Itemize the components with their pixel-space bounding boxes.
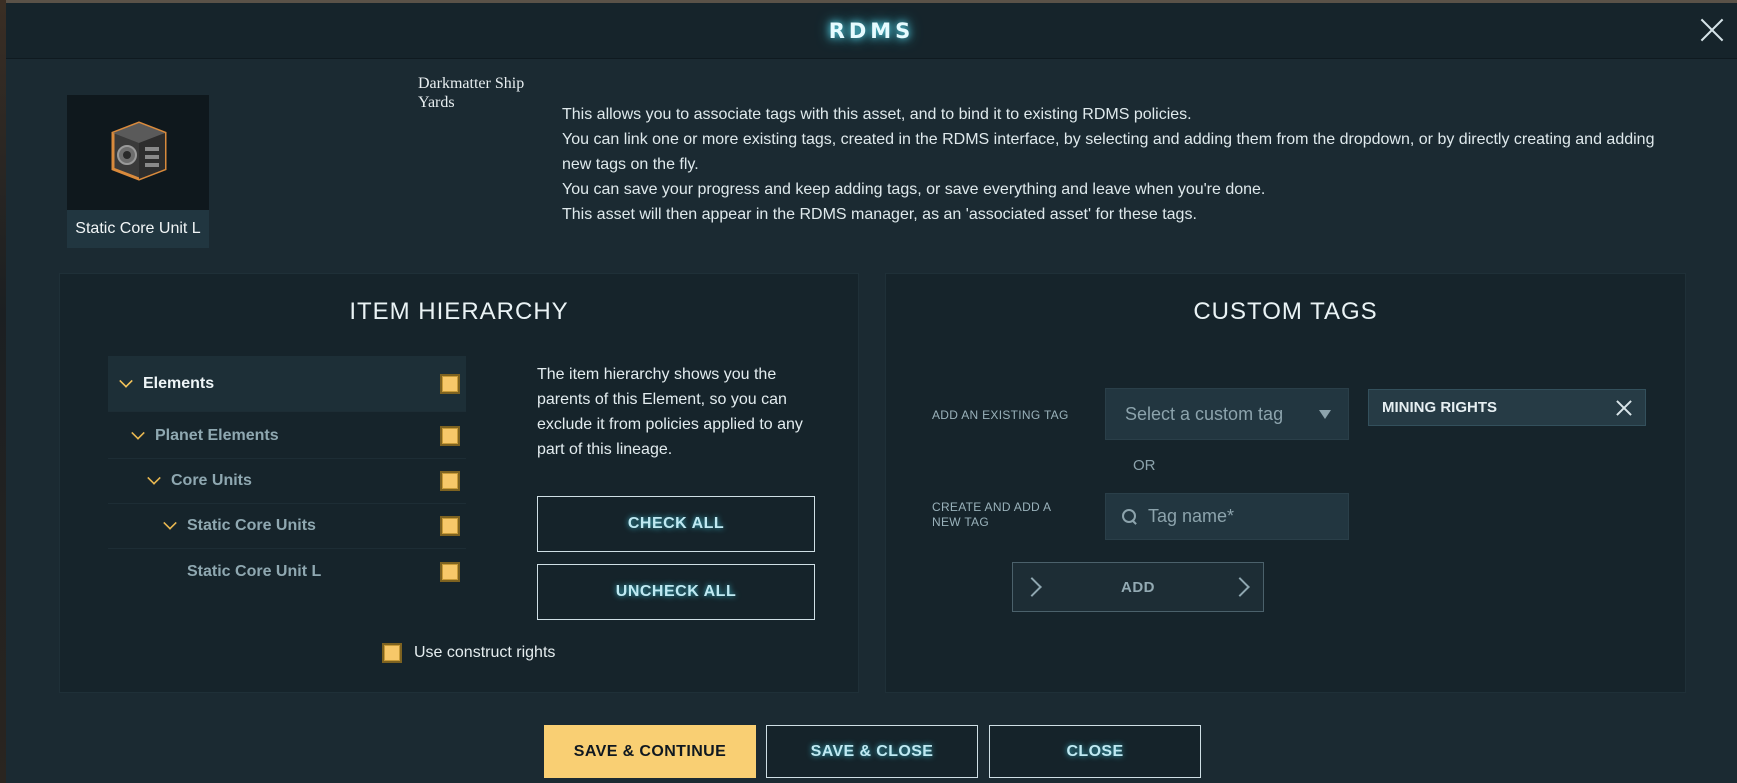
chevron-right-icon [1022,577,1042,597]
tree-item-label: Elements [143,374,215,392]
check-all-button[interactable]: CHECK ALL [537,496,815,552]
core-unit-cube-icon [111,121,167,181]
construct-rights-checkbox[interactable] [382,643,402,663]
tree-item-label: Static Core Unit L [187,562,322,580]
construct-rights-label: Use construct rights [414,644,556,661]
or-separator: OR [1133,457,1156,474]
add-tag-label: ADD [1121,578,1155,596]
chevron-down-icon[interactable] [131,426,145,440]
tree-item-static-core-units[interactable]: Static Core Units [108,504,466,549]
construct-rights-option[interactable]: Use construct rights [382,643,555,663]
hierarchy-info-text: The item hierarchy shows you the parents… [537,366,803,458]
save-continue-button[interactable]: SAVE & CONTINUE [544,725,756,778]
dialog-titlebar: RDMS [6,3,1737,59]
tree-item-static-core-unit-l[interactable]: Static Core Unit L [108,549,466,594]
tree-item-label: Planet Elements [155,427,279,444]
close-button[interactable]: CLOSE [989,725,1201,778]
tree-checkbox[interactable] [440,561,460,582]
description: This allows you to associate tags with t… [562,102,1682,227]
chevron-right-icon [1230,577,1250,597]
item-name: Static Core Unit L [67,210,209,248]
description-line: You can save your progress and keep addi… [562,181,1266,198]
add-tag-button[interactable]: ADD [1012,562,1264,612]
dropdown-caret-icon [1319,410,1331,419]
tree-checkbox[interactable] [440,373,460,394]
chevron-down-icon[interactable] [163,516,177,530]
rdms-dialog: RDMS Static Core Unit L Darkmatter Ship … [6,3,1737,783]
tree-item-label: Core Units [171,472,252,489]
item-thumbnail: Static Core Unit L [67,95,209,248]
create-tag-label: CREATE AND ADD A NEW TAG [932,500,1051,529]
remove-tag-icon[interactable] [1616,400,1632,416]
item-hierarchy-title: ITEM HIERARCHY [349,298,569,325]
description-line: This asset will then appear in the RDMS … [562,206,1197,223]
tag-chip-label: MINING RIGHTS [1382,399,1497,416]
tree-item-planet-elements[interactable]: Planet Elements [108,414,466,459]
tree-item-core-units[interactable]: Core Units [108,459,466,504]
custom-tag-select[interactable]: Select a custom tag [1105,388,1349,440]
custom-tags-panel: CUSTOM TAGS ADD AN EXISTING TAG Select a… [885,273,1686,693]
close-icon[interactable] [1699,17,1725,43]
item-owner: Darkmatter Ship Yards [418,75,525,111]
hierarchy-tree: Elements Planet Elements Core Units Stat… [108,356,466,594]
tree-item-label: Static Core Units [187,517,316,534]
uncheck-all-button[interactable]: UNCHECK ALL [537,564,815,620]
item-hierarchy-panel: ITEM HIERARCHY Elements Planet Elements … [59,273,859,693]
add-existing-tag-label: ADD AN EXISTING TAG [932,408,1069,422]
save-close-button[interactable]: SAVE & CLOSE [766,725,978,778]
description-line: This allows you to associate tags with t… [562,106,1192,123]
tree-checkbox[interactable] [440,516,460,536]
tag-chip-mining-rights: MINING RIGHTS [1368,389,1646,426]
search-icon [1122,508,1138,525]
tree-checkbox[interactable] [440,426,460,446]
dialog-title: RDMS [828,19,915,43]
custom-tag-select-placeholder: Select a custom tag [1125,403,1284,424]
tag-name-input[interactable] [1148,506,1338,527]
tree-item-elements[interactable]: Elements [108,356,466,412]
custom-tags-title: CUSTOM TAGS [1193,298,1378,325]
tag-name-field[interactable] [1105,493,1349,540]
description-line: You can link one or more existing tags, … [562,131,1655,173]
chevron-down-icon[interactable] [119,373,133,388]
tree-checkbox[interactable] [440,471,460,491]
chevron-down-icon[interactable] [147,471,161,485]
